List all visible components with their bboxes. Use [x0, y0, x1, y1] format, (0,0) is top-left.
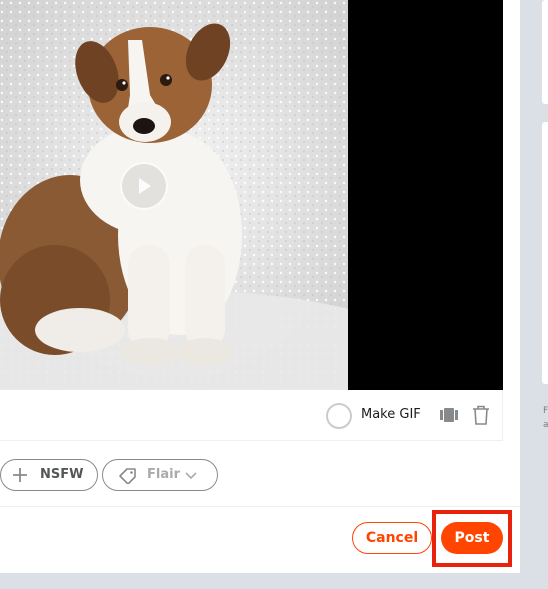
- play-button[interactable]: [120, 162, 168, 210]
- nsfw-label: NSFW: [40, 467, 84, 482]
- sidebar-snippet: F a: [543, 406, 548, 430]
- post-composer-card: Make GIF NSFW Flair Cancel Post: [0, 0, 520, 573]
- flair-button[interactable]: Flair: [102, 459, 218, 491]
- post-button[interactable]: Post: [441, 522, 503, 554]
- chevron-down-icon: [185, 472, 197, 480]
- flair-label: Flair: [147, 467, 180, 482]
- cancel-button[interactable]: Cancel: [352, 522, 432, 554]
- media-toolbar: Make GIF: [0, 390, 503, 440]
- divider: [0, 506, 520, 507]
- make-gif-toggle[interactable]: [326, 403, 352, 429]
- sidebar-card: [542, 0, 548, 104]
- thumbnail-icon[interactable]: [440, 408, 458, 422]
- nsfw-tag-button[interactable]: NSFW: [0, 459, 98, 491]
- trash-icon[interactable]: [472, 405, 490, 425]
- sidebar-card: [542, 122, 548, 384]
- video-thumbnail: [0, 0, 348, 390]
- media-preview: Make GIF: [0, 0, 503, 441]
- plus-icon: [13, 468, 27, 482]
- tag-icon: [119, 468, 136, 484]
- make-gif-label: Make GIF: [361, 407, 421, 422]
- play-icon: [139, 178, 151, 194]
- video-player[interactable]: [0, 0, 503, 390]
